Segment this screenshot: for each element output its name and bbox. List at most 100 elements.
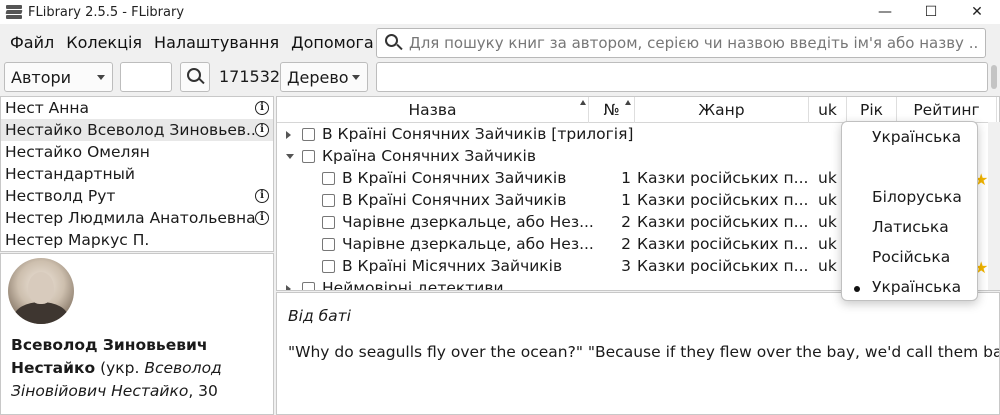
author-list-item[interactable]: Нестволд Рут i (1, 185, 273, 207)
book-checkbox[interactable] (322, 216, 335, 229)
chevron-right-icon[interactable] (286, 131, 291, 139)
book-checkbox[interactable] (302, 150, 315, 163)
language-filter-menu: Українська Білоруська Латиська Російська Укр… (841, 121, 978, 301)
view-mode-value: Дерево (287, 67, 349, 87)
book-checkbox[interactable] (302, 282, 315, 290)
info-icon: i (255, 189, 269, 203)
book-title: В Країні Сонячних Зайчиків [трилогія] (322, 125, 634, 143)
scroll-thumb[interactable] (991, 65, 997, 89)
book-language: uk (818, 257, 837, 275)
menu-settings[interactable]: Налаштування (149, 33, 284, 52)
menu-file[interactable]: Файл (5, 33, 59, 52)
book-language: uk (818, 235, 837, 253)
search-icon (385, 34, 403, 52)
author-name: Нестер Маркус П. (5, 231, 150, 249)
series-number: 1 (621, 191, 631, 209)
book-checkbox[interactable] (302, 128, 315, 141)
author-name: Нестандартный (5, 165, 135, 183)
chevron-down-icon (97, 75, 105, 80)
find-button[interactable] (180, 62, 210, 92)
annotation-text: "Why do seagulls fly over the ocean?" "B… (288, 343, 1000, 361)
book-language: uk (818, 169, 837, 187)
chevron-down-icon (352, 75, 360, 80)
view-mode-select[interactable]: Дерево (280, 62, 368, 92)
title-bar: FLibrary 2.5.5 - FLibrary — ☐ ✕ (0, 0, 1000, 24)
book-genre: Казки російських п... (637, 191, 807, 209)
column-number[interactable]: № (589, 97, 635, 123)
language-option[interactable]: Російська (872, 248, 950, 266)
book-language: uk (818, 191, 837, 209)
books-filter-input[interactable] (376, 62, 988, 92)
chevron-right-icon[interactable] (286, 285, 291, 290)
sort-ascending-icon (625, 100, 631, 105)
language-option[interactable]: Латиська (872, 218, 949, 236)
language-option[interactable]: Українська (872, 128, 961, 146)
book-title: В Країні Сонячних Зайчиків (342, 191, 567, 209)
book-title: В Країні Сонячних Зайчиків (342, 169, 567, 187)
filter-input[interactable] (120, 62, 172, 92)
language-option[interactable]: Українська (872, 278, 961, 296)
book-genre: Казки російських п... (637, 235, 807, 253)
book-checkbox[interactable] (322, 172, 335, 185)
book-title: В Країні Місячних Зайчиків (342, 257, 563, 275)
series-number: 3 (621, 257, 631, 275)
series-number: 2 (621, 213, 631, 231)
book-title: Чарівне дзеркальце, або Нез... (342, 213, 594, 231)
book-language: uk (818, 213, 837, 231)
author-name: Нестайко Омелян (5, 143, 150, 161)
selected-bullet-icon (854, 286, 860, 292)
info-icon: i (255, 211, 269, 225)
author-list-item[interactable]: Нестандартный (1, 163, 273, 185)
author-list-item[interactable]: Нестайко Омелян (1, 141, 273, 163)
book-title: Чарівне дзеркальце, або Нез... (342, 235, 594, 253)
navigation-mode-value: Автори (11, 67, 72, 87)
column-genre[interactable]: Жанр (635, 97, 809, 123)
window-title: FLibrary 2.5.5 - FLibrary (28, 4, 185, 20)
author-list-item[interactable]: Нестайко Всеволод Зиновьев... i (1, 119, 273, 141)
book-genre: Казки російських п... (637, 213, 807, 231)
sort-indicator-icon (580, 100, 586, 105)
book-title: Країна Сонячних Зайчиків (322, 147, 536, 165)
author-biography: Всеволод Зиновьевич Нестайко (укр. Всево… (11, 336, 222, 400)
book-checkbox[interactable] (322, 260, 335, 273)
global-search-input[interactable] (409, 34, 979, 52)
authors-list: Нест Анна i Нестайко Всеволод Зиновьев... i… (0, 96, 274, 252)
author-photo (8, 258, 74, 324)
author-list-item[interactable]: Нест Анна i (1, 97, 273, 119)
info-icon: i (255, 101, 269, 115)
items-count: 171532 (219, 67, 281, 86)
author-list-item[interactable]: Нестер Маркус П. (1, 229, 273, 251)
menu-collection[interactable]: Колекція (61, 33, 147, 52)
book-checkbox[interactable] (322, 194, 335, 207)
author-name: Нестер Людмила Анатольевна (5, 209, 256, 227)
books-header: Назва № Жанр uk Рік Рейтинг (277, 97, 999, 123)
series-number: 2 (621, 235, 631, 253)
book-title: Неймовірні детективи (322, 279, 504, 291)
author-list-item[interactable]: Нестер Людмила Анатольевна i (1, 207, 273, 229)
info-icon: i (255, 123, 269, 137)
close-button[interactable]: ✕ (954, 0, 1000, 24)
column-title[interactable]: Назва (277, 97, 589, 123)
maximize-button[interactable]: ☐ (908, 0, 954, 24)
author-info-panel: Всеволод Зиновьевич Нестайко (укр. Всево… (0, 253, 274, 415)
menu-bar: Файл Колекція Налаштування Допомога (0, 26, 379, 58)
column-language[interactable]: uk (809, 97, 847, 123)
navigation-mode-select[interactable]: Автори (4, 62, 113, 92)
app-books-icon (5, 4, 23, 20)
books-scrollbar[interactable] (988, 122, 1000, 290)
book-genre: Казки російських п... (637, 169, 807, 187)
toolbar-scrollbar[interactable] (988, 62, 1000, 92)
menu-help[interactable]: Допомога (286, 33, 379, 52)
series-number: 1 (621, 169, 631, 187)
author-name: Нестволд Рут (5, 187, 116, 205)
minimize-button[interactable]: — (862, 0, 908, 24)
annotation-title: Від баті (288, 307, 351, 325)
language-option[interactable]: Білоруська (872, 188, 962, 206)
author-name: Нестайко Всеволод Зиновьев... (5, 121, 261, 139)
book-genre: Казки російських п... (637, 257, 807, 275)
book-checkbox[interactable] (322, 238, 335, 251)
column-year[interactable]: Рік (847, 97, 897, 123)
chevron-down-icon[interactable] (286, 154, 294, 159)
global-search-box (376, 28, 986, 58)
column-rating[interactable]: Рейтинг (897, 97, 997, 123)
